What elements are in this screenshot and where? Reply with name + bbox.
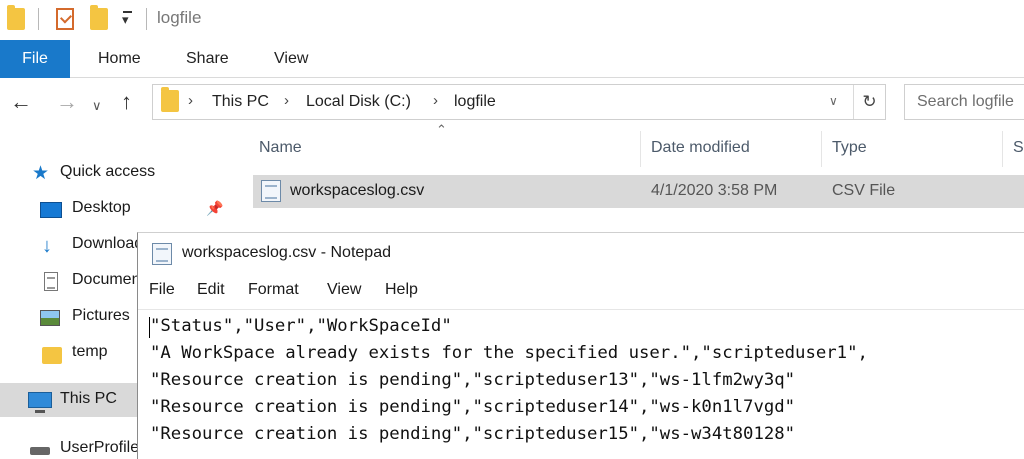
- menu-edit[interactable]: Edit: [197, 281, 225, 299]
- title-separator: [38, 8, 39, 30]
- tab-home[interactable]: Home: [98, 40, 141, 78]
- breadcrumb-this-pc[interactable]: This PC: [212, 93, 269, 111]
- sidebar-item-label: Quick access: [60, 163, 156, 180]
- computer-icon: [28, 391, 52, 413]
- text-line: "Resource creation is pending","scripted…: [150, 397, 796, 417]
- column-divider[interactable]: [640, 131, 641, 167]
- drive-icon: [30, 440, 50, 455]
- column-header-size[interactable]: Size: [1013, 139, 1024, 157]
- title-separator: [146, 8, 147, 30]
- column-header-name[interactable]: Name: [259, 139, 302, 157]
- pictures-icon: [40, 308, 60, 326]
- table-row[interactable]: workspaceslog.csv 4/1/2020 3:58 PM CSV F…: [253, 175, 1024, 208]
- chevron-right-icon[interactable]: ›: [284, 92, 289, 109]
- arrow-up-icon: ↑: [121, 89, 132, 114]
- explorer-titlebar: ▾ logfile: [0, 0, 1024, 38]
- desktop-icon: [40, 200, 62, 218]
- text-line: "Status","User","WorkSpaceId": [150, 316, 452, 336]
- sidebar-item-label: Desktop: [72, 199, 131, 216]
- chevron-down-icon[interactable]: ∨: [829, 94, 838, 108]
- sidebar-item-label: UserProfile: [60, 439, 140, 456]
- column-headers: Name Date modified Type Size: [253, 127, 1024, 171]
- search-input[interactable]: Search logfile: [904, 84, 1024, 120]
- column-header-date-modified[interactable]: Date modified: [651, 139, 750, 157]
- menu-format[interactable]: Format: [248, 281, 299, 299]
- sidebar-item-label: This PC: [60, 390, 117, 407]
- sidebar-item-pictures[interactable]: Pictures: [0, 300, 140, 334]
- chevron-right-icon[interactable]: ›: [433, 92, 438, 109]
- arrow-right-icon: →: [56, 89, 78, 114]
- tab-view[interactable]: View: [274, 40, 308, 78]
- new-folder-icon[interactable]: [90, 5, 108, 30]
- chevron-down-icon[interactable]: ▾: [122, 9, 132, 31]
- up-button[interactable]: ↑: [121, 91, 132, 113]
- file-type: CSV File: [832, 182, 896, 199]
- folder-icon: [7, 5, 25, 30]
- menu-view[interactable]: View: [327, 281, 361, 299]
- tab-file[interactable]: File: [0, 40, 70, 78]
- ribbon-tabs: File Home Share View: [0, 40, 1024, 78]
- arrow-left-icon: ←: [10, 89, 32, 114]
- back-button[interactable]: ←: [10, 91, 32, 113]
- text-line: "Resource creation is pending","scripted…: [150, 370, 796, 390]
- tab-share[interactable]: Share: [186, 40, 229, 78]
- menu-help[interactable]: Help: [385, 281, 418, 299]
- sidebar-item-quick-access[interactable]: ★ Quick access: [0, 156, 155, 190]
- column-divider[interactable]: [1002, 131, 1003, 167]
- text-line: "Resource creation is pending","scripted…: [150, 424, 796, 444]
- sidebar-item-downloads[interactable]: ↓ Downloads: [0, 228, 151, 262]
- sidebar-item-label: Pictures: [72, 307, 130, 324]
- address-bar[interactable]: › This PC › Local Disk (C:) › logfile ∨ …: [152, 84, 886, 120]
- file-date-modified: 4/1/2020 3:58 PM: [651, 182, 778, 199]
- recent-locations-button[interactable]: ∨: [92, 95, 102, 117]
- notepad-menubar: File Edit Format View Help: [138, 277, 1024, 305]
- notepad-titlebar[interactable]: workspaceslog.csv - Notepad: [138, 233, 1024, 273]
- star-icon: ★: [32, 163, 50, 184]
- column-divider[interactable]: [821, 131, 822, 167]
- sidebar-item-documents[interactable]: Documents: [0, 264, 153, 298]
- sidebar-item-temp[interactable]: temp: [0, 336, 140, 370]
- search-placeholder: Search logfile: [917, 93, 1014, 110]
- file-name: workspaceslog.csv: [290, 182, 425, 199]
- chevron-down-icon: ∨: [92, 98, 102, 113]
- sidebar-item-this-pc[interactable]: This PC: [0, 383, 140, 417]
- notepad-text-area[interactable]: "Status","User","WorkSpaceId" "A WorkSpa…: [138, 309, 1024, 459]
- folder-icon: [42, 344, 62, 364]
- documents-icon: [44, 272, 58, 291]
- refresh-button[interactable]: ↻: [853, 85, 885, 119]
- chevron-right-icon[interactable]: ›: [188, 92, 193, 109]
- notepad-icon: [152, 243, 172, 265]
- address-row: ← → ∨ ↑ › This PC › Local Disk (C:) › lo…: [0, 82, 1024, 124]
- breadcrumb-local-disk[interactable]: Local Disk (C:): [306, 93, 411, 111]
- notepad-title: workspaceslog.csv - Notepad: [182, 244, 391, 261]
- window-title: logfile: [157, 8, 202, 27]
- text-line: "A WorkSpace already exists for the spec…: [150, 343, 868, 363]
- sidebar-item-label: temp: [72, 343, 108, 360]
- pin-icon[interactable]: 📌: [206, 200, 223, 217]
- properties-icon[interactable]: [56, 8, 74, 30]
- breadcrumb-logfile[interactable]: logfile: [454, 93, 496, 111]
- sidebar-item-userprofile[interactable]: UserProfile: [0, 432, 140, 459]
- notepad-window: workspaceslog.csv - Notepad File Edit Fo…: [137, 232, 1024, 459]
- forward-button[interactable]: →: [56, 91, 78, 113]
- column-header-type[interactable]: Type: [832, 139, 867, 157]
- menu-file[interactable]: File: [149, 281, 175, 299]
- download-icon: ↓: [42, 235, 52, 257]
- refresh-icon: ↻: [862, 92, 877, 111]
- csv-file-icon: [261, 180, 281, 202]
- sidebar-item-desktop[interactable]: Desktop: [0, 192, 140, 226]
- folder-icon: [161, 87, 179, 112]
